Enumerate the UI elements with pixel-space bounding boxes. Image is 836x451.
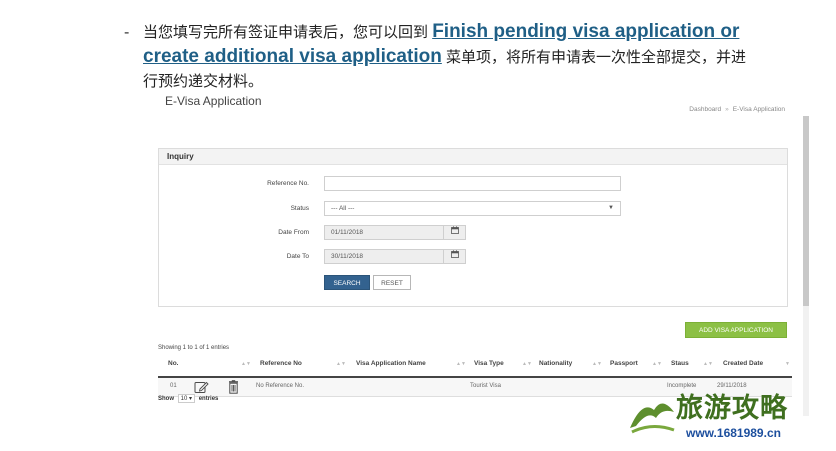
sort-down-icon[interactable]: ▼ — [785, 361, 790, 367]
calendar-icon[interactable] — [444, 249, 466, 264]
column-header-name[interactable]: Visa Application Name — [356, 360, 426, 367]
cell-visa-type: Tourist Visa — [470, 383, 501, 389]
column-header-status[interactable]: Staus — [671, 360, 689, 367]
sort-icon[interactable]: ▲▼ — [336, 361, 346, 367]
reference-input[interactable] — [324, 176, 621, 191]
sort-icon[interactable]: ▲▼ — [652, 361, 662, 367]
date-from-input[interactable]: 01/11/2018 — [324, 225, 444, 240]
reset-button[interactable]: RESET — [373, 275, 411, 290]
date-from-label: Date From — [278, 229, 309, 236]
sort-icon[interactable]: ▲▼ — [522, 361, 532, 367]
reference-label: Reference No. — [267, 180, 309, 187]
date-to-row: Date To 30/11/2018 — [159, 249, 787, 265]
app-window: E-Visa Application Dashboard» E-Visa Appl… — [143, 88, 811, 434]
breadcrumb: Dashboard » E-Visa Application — [689, 106, 785, 113]
bullet-dash: - — [124, 24, 130, 41]
trash-icon[interactable] — [226, 380, 241, 394]
edit-icon[interactable] — [194, 380, 209, 394]
column-header-created-date[interactable]: Created Date — [723, 360, 763, 367]
intro-text-after: 菜单项，将所有申请表一次性全部提交，并进 — [446, 49, 747, 66]
cell-no: 01 — [170, 383, 177, 389]
page-title: E-Visa Application — [165, 94, 262, 108]
breadcrumb-evisa: E-Visa Application — [732, 106, 785, 113]
column-header-no[interactable]: No. — [168, 360, 178, 367]
intro-paragraph: 当您填写完所有签证申请表后，您可以回到 Finish pending visa … — [143, 20, 793, 94]
watermark-text: 旅游攻略 — [676, 393, 788, 424]
breadcrumb-dashboard[interactable]: Dashboard — [689, 106, 721, 113]
scrollbar-thumb[interactable] — [803, 116, 809, 306]
column-header-passport[interactable]: Passport — [610, 360, 638, 367]
status-selected-value: --- All --- — [331, 205, 355, 212]
search-button[interactable]: SEARCH — [324, 275, 370, 290]
intro-text-before: 当您填写完所有签证申请表后，您可以回到 — [143, 24, 429, 41]
cell-reference: No Reference No. — [256, 383, 305, 389]
entries-info: Showing 1 to 1 of 1 entries — [158, 345, 230, 351]
sort-icon[interactable]: ▲▼ — [241, 361, 251, 367]
column-header-visa-type[interactable]: Visa Type — [474, 360, 504, 367]
breadcrumb-separator: » — [725, 106, 729, 113]
add-visa-application-button[interactable]: ADD VISA APPLICATION — [685, 322, 787, 338]
reference-row: Reference No. — [159, 176, 787, 192]
chevron-down-icon: ▼ — [608, 205, 614, 211]
intro-link-line1[interactable]: Finish pending visa application or — [432, 21, 739, 42]
sort-icon[interactable]: ▲▼ — [592, 361, 602, 367]
watermark-url: www.1681989.cn — [686, 426, 781, 440]
inquiry-title: Inquiry — [159, 149, 787, 165]
show-entries-suffix: entries — [198, 396, 219, 402]
table-header: No. ▲▼ Reference No ▲▼ Visa Application … — [158, 356, 792, 378]
watermark-logo-icon — [630, 403, 675, 434]
inquiry-panel: Inquiry Reference No. Status --- All ---… — [158, 148, 788, 307]
status-select[interactable]: --- All --- ▼ — [324, 201, 621, 216]
show-entries-prefix: Show — [158, 396, 174, 402]
intro-link-line2[interactable]: create additional visa application — [143, 46, 442, 67]
sort-icon[interactable]: ▲▼ — [456, 361, 466, 367]
date-to-input[interactable]: 30/11/2018 — [324, 249, 444, 264]
date-from-row: Date From 01/11/2018 — [159, 225, 787, 241]
page-size-select[interactable]: 10 ▾ — [177, 394, 196, 403]
column-header-reference[interactable]: Reference No — [260, 360, 302, 367]
column-header-nationality[interactable]: Nationality — [539, 360, 572, 367]
sort-icon[interactable]: ▲▼ — [703, 361, 713, 367]
date-to-label: Date To — [286, 253, 309, 260]
calendar-icon[interactable] — [444, 225, 466, 240]
status-label: Status — [290, 205, 309, 212]
scrollbar[interactable] — [803, 116, 809, 416]
show-entries: Show 10 ▾ entries — [158, 394, 218, 403]
status-row: Status --- All --- ▼ — [159, 201, 787, 217]
